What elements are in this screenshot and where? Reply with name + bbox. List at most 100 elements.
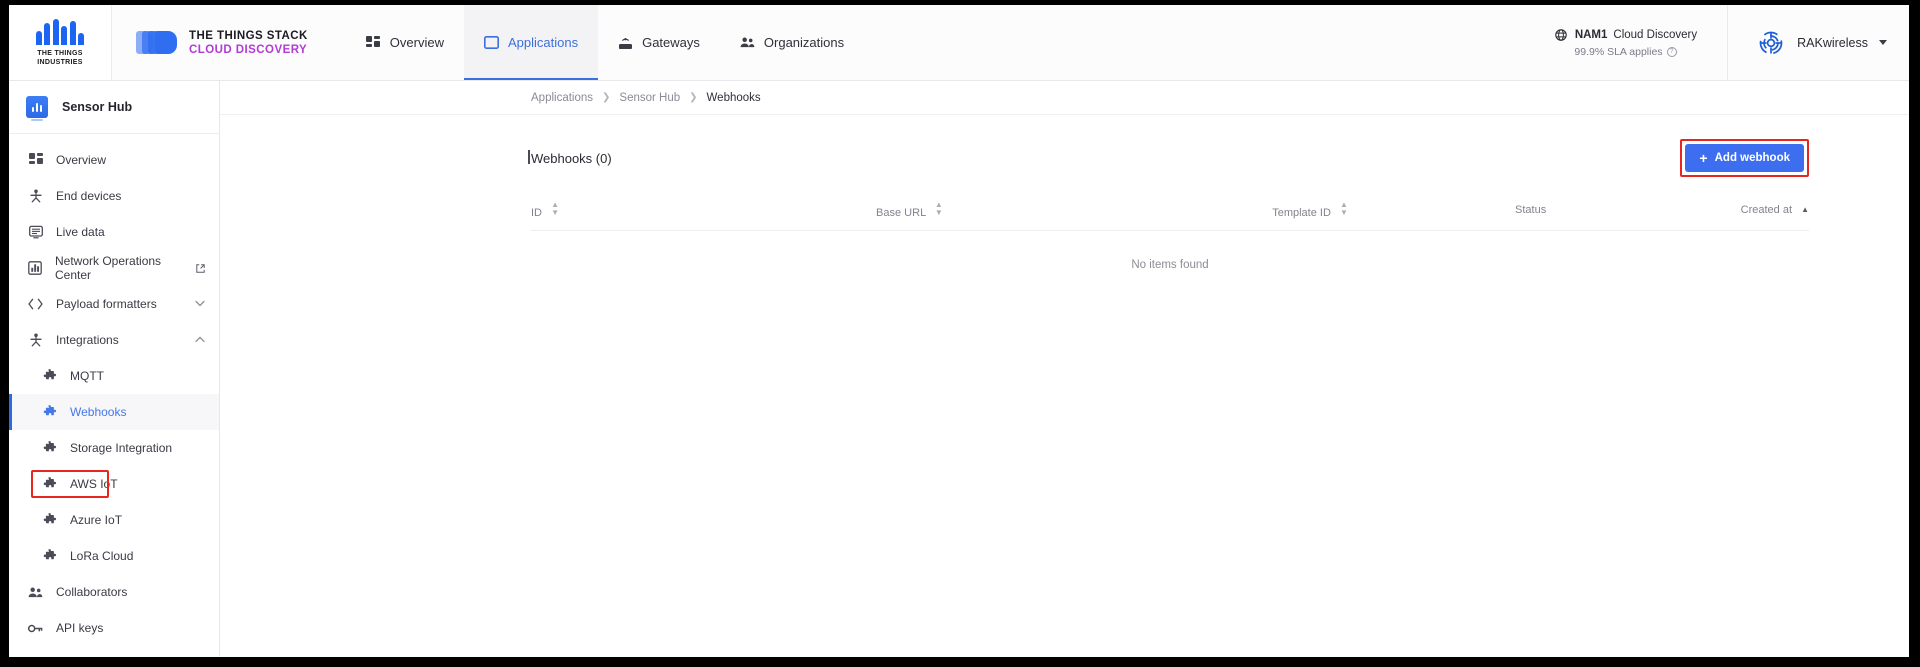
sidebar-app-header[interactable]: Sensor Hub — [9, 81, 219, 134]
cluster-sla-row: 99.9% SLA applies ? — [1574, 45, 1677, 58]
sidebar-item-payload-formatters[interactable]: Payload formatters — [9, 286, 219, 322]
table-empty-row: No items found — [531, 231, 1809, 271]
sidebar-item-general-settings[interactable]: General settings — [9, 646, 219, 657]
cluster-sla-text: 99.9% SLA applies — [1574, 45, 1663, 58]
sidebar-label-live-data: Live data — [56, 225, 105, 239]
sidebar-item-network-operations-center[interactable]: Network Operations Center — [9, 250, 219, 286]
puzzle-icon — [42, 549, 57, 564]
chevron-up-icon[interactable] — [195, 335, 205, 345]
sidebar-label-lora-cloud: LoRa Cloud — [70, 549, 134, 563]
sort-icon-created-at[interactable]: ▲ — [1801, 206, 1809, 214]
cluster-name: NAM1 — [1574, 29, 1608, 41]
sidebar-item-live-data[interactable]: Live data — [9, 214, 219, 250]
puzzle-icon — [42, 477, 57, 492]
sidebar-item-azure-iot[interactable]: Azure IoT — [9, 502, 219, 538]
column-header-status: Status — [1515, 193, 1669, 231]
breadcrumb-separator: ❯ — [602, 92, 611, 103]
sidebar-item-integrations[interactable]: Integrations — [9, 322, 219, 358]
integrations-icon — [28, 333, 43, 348]
primary-nav: Overview Applications Gateways Organizat… — [346, 5, 864, 80]
organizations-icon — [740, 35, 755, 50]
breadcrumb-item-webhooks: Webhooks — [706, 91, 761, 104]
stack-cards-icon — [136, 28, 178, 58]
rakwireless-logo-icon — [1756, 28, 1786, 58]
grid-icon — [28, 153, 43, 168]
end-device-icon — [28, 189, 43, 204]
column-label-id: ID — [531, 207, 542, 219]
tti-bars-icon — [35, 18, 85, 45]
key-icon — [28, 621, 43, 636]
question-mark-icon[interactable]: ? — [1666, 46, 1677, 57]
stack-logo-line1: THE THINGS STACK — [189, 29, 308, 42]
tti-logo-line1: THE THINGS — [37, 49, 83, 57]
things-stack-logo[interactable]: THE THINGS STACK CLOUD DISCOVERY — [112, 5, 334, 80]
page-header: Webhooks (0) + Add webhook — [220, 115, 1909, 177]
add-webhook-button[interactable]: + Add webhook — [1685, 144, 1804, 172]
application-chart-icon — [26, 96, 48, 121]
sidebar-item-collaborators[interactable]: Collaborators — [9, 574, 219, 610]
noc-chart-icon — [28, 261, 42, 276]
collaborators-icon — [28, 585, 43, 600]
table-head: ID ▲ ▼ Base URL ▲ ▼ Template ID ▲ ▼ Stat… — [531, 193, 1809, 231]
column-header-template-id[interactable]: Template ID ▲ ▼ — [1272, 193, 1516, 231]
sidebar-item-end-devices[interactable]: End devices — [9, 178, 219, 214]
column-label-base-url: Base URL — [876, 207, 926, 219]
live-data-icon — [28, 225, 43, 240]
nav-item-organizations[interactable]: Organizations — [720, 5, 864, 80]
table-header-row: ID ▲ ▼ Base URL ▲ ▼ Template ID ▲ ▼ Stat… — [531, 193, 1809, 231]
webhooks-table: ID ▲ ▼ Base URL ▲ ▼ Template ID ▲ ▼ Stat… — [531, 193, 1809, 271]
gear-icon — [28, 657, 43, 658]
nav-item-overview[interactable]: Overview — [346, 5, 464, 80]
nav-item-gateways[interactable]: Gateways — [598, 5, 720, 80]
column-header-base-url[interactable]: Base URL ▲ ▼ — [876, 193, 1273, 231]
plus-icon: + — [1699, 149, 1708, 166]
table-empty-message: No items found — [1131, 259, 1209, 271]
add-webhook-label: Add webhook — [1714, 152, 1790, 164]
sidebar-label-payload-formatters: Payload formatters — [56, 297, 157, 311]
column-header-created-at[interactable]: Created at ▲ — [1668, 193, 1809, 231]
puzzle-icon — [42, 405, 57, 420]
chevron-down-icon — [1879, 40, 1887, 45]
nav-label-organizations: Organizations — [763, 35, 845, 50]
sidebar-item-lora-cloud[interactable]: LoRa Cloud — [9, 538, 219, 574]
add-webhook-button-wrapper: + Add webhook — [1680, 139, 1809, 177]
user-name-label: RAKwireless — [1797, 35, 1868, 50]
webhooks-table-wrapper: ID ▲ ▼ Base URL ▲ ▼ Template ID ▲ ▼ Stat… — [531, 193, 1809, 271]
table-body: No items found — [531, 231, 1809, 271]
sort-icon-id[interactable]: ▲ ▼ — [551, 201, 559, 217]
sidebar-item-mqtt[interactable]: MQTT — [9, 358, 219, 394]
chevron-down-icon[interactable] — [195, 299, 205, 309]
column-header-id[interactable]: ID ▲ ▼ — [531, 193, 877, 231]
sidebar-label-storage-integration: Storage Integration — [70, 441, 173, 455]
app-body: Sensor Hub Overview End devices Live dat… — [9, 81, 1909, 656]
sidebar-item-storage-integration[interactable]: Storage Integration — [9, 430, 219, 466]
cluster-description: Cloud Discovery — [1613, 29, 1698, 41]
sidebar-label-webhooks: Webhooks — [70, 405, 127, 419]
sort-icon-base-url[interactable]: ▲ ▼ — [935, 201, 943, 217]
sidebar-label-collaborators: Collaborators — [56, 585, 128, 599]
breadcrumb-item-sensor-hub[interactable]: Sensor Hub — [619, 92, 680, 104]
user-menu[interactable]: RAKwireless — [1728, 5, 1909, 80]
breadcrumb-separator: ❯ — [689, 92, 698, 103]
cluster-info: NAM1 Cloud Discovery 99.9% SLA applies ? — [1534, 5, 1729, 80]
sort-icon-template-id[interactable]: ▲ ▼ — [1340, 201, 1348, 217]
gateway-icon — [618, 35, 633, 50]
application-icon — [483, 35, 499, 50]
puzzle-icon — [42, 441, 57, 456]
external-link-icon — [196, 263, 205, 273]
sidebar-label-azure-iot: Azure IoT — [70, 513, 123, 527]
stack-logo-line2: CLOUD DISCOVERY — [189, 43, 308, 56]
sidebar-label-aws-iot: AWS IoT — [70, 477, 118, 491]
sidebar-item-webhooks[interactable]: Webhooks — [9, 394, 219, 430]
breadcrumb-item-applications[interactable]: Applications — [531, 92, 593, 104]
nav-item-applications[interactable]: Applications — [463, 5, 599, 80]
grid-icon — [366, 35, 381, 50]
main-content: Applications ❯ Sensor Hub ❯ Webhooks Web… — [220, 81, 1909, 656]
sidebar-item-aws-iot[interactable]: AWS IoT — [9, 466, 219, 502]
breadcrumb: Applications ❯ Sensor Hub ❯ Webhooks — [220, 81, 1909, 115]
puzzle-icon — [42, 369, 57, 384]
the-things-industries-logo[interactable]: THE THINGS INDUSTRIES — [9, 5, 112, 80]
sidebar-item-overview[interactable]: Overview — [9, 142, 219, 178]
sidebar-item-api-keys[interactable]: API keys — [9, 610, 219, 646]
code-brackets-icon — [28, 297, 43, 312]
